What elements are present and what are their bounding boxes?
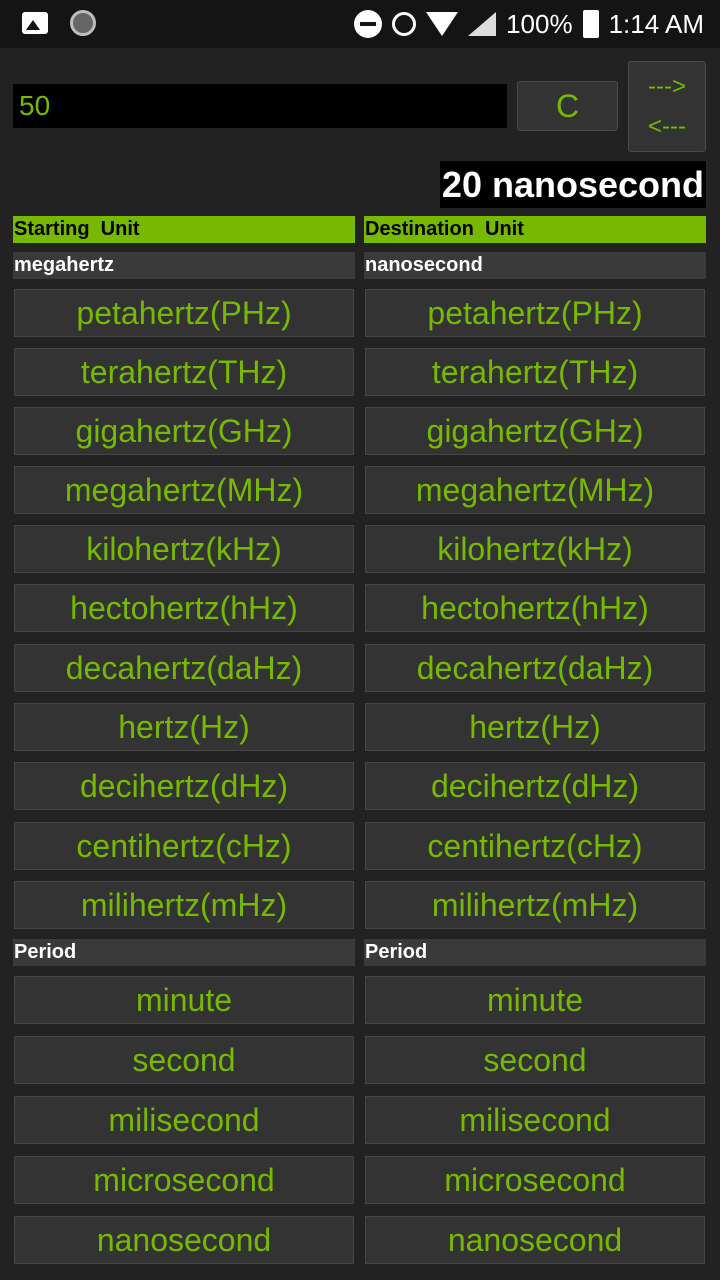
destination-unit-option[interactable]: centihertz(cHz) <box>365 822 705 870</box>
battery-charging-icon <box>582 10 599 38</box>
starting-unit-option[interactable]: milisecond <box>14 1096 354 1144</box>
destination-unit-option[interactable]: terahertz(THz) <box>365 348 705 396</box>
destination-unit-option[interactable]: hectohertz(hHz) <box>365 584 705 632</box>
starting-unit-column: Starting Unit megahertz petahertz(PHz) t… <box>13 216 355 1264</box>
starting-unit-option[interactable]: second <box>14 1036 354 1084</box>
starting-unit-option[interactable]: minute <box>14 976 354 1024</box>
destination-period-label: Period <box>364 939 706 966</box>
destination-unit-option[interactable]: petahertz(PHz) <box>365 289 705 337</box>
swap-forward-arrow: ---> <box>648 72 686 100</box>
starting-unit-option[interactable]: terahertz(THz) <box>14 348 354 396</box>
starting-unit-option[interactable]: kilohertz(kHz) <box>14 525 354 573</box>
starting-unit-option[interactable]: hectohertz(hHz) <box>14 584 354 632</box>
app-notification-icon <box>70 10 96 36</box>
clear-button[interactable]: C <box>517 81 618 131</box>
destination-unit-option[interactable]: milisecond <box>365 1096 705 1144</box>
conversion-result: 20 nanosecond <box>439 161 706 208</box>
swap-back-arrow: <--- <box>648 112 686 140</box>
swap-units-button[interactable]: ---> <--- <box>628 61 706 152</box>
starting-unit-option[interactable]: centihertz(cHz) <box>14 822 354 870</box>
destination-unit-option[interactable]: gigahertz(GHz) <box>365 407 705 455</box>
status-bar: 100% 1:14 AM <box>0 0 720 48</box>
signal-icon <box>468 12 497 36</box>
starting-unit-option[interactable]: milihertz(mHz) <box>14 881 354 929</box>
destination-unit-option[interactable]: kilohertz(kHz) <box>365 525 705 573</box>
destination-unit-option[interactable]: hertz(Hz) <box>365 703 705 751</box>
starting-unit-option[interactable]: petahertz(PHz) <box>14 289 354 337</box>
starting-unit-option[interactable]: nanosecond <box>14 1216 354 1264</box>
destination-unit-option[interactable]: minute <box>365 976 705 1024</box>
do-not-disturb-icon <box>354 10 383 38</box>
starting-unit-option[interactable]: decihertz(dHz) <box>14 762 354 810</box>
starting-unit-option[interactable]: microsecond <box>14 1156 354 1204</box>
destination-unit-option[interactable]: decihertz(dHz) <box>365 762 705 810</box>
destination-unit-option[interactable]: decahertz(daHz) <box>365 644 705 692</box>
starting-period-label: Period <box>13 939 355 966</box>
destination-unit-option[interactable]: megahertz(MHz) <box>365 466 705 514</box>
destination-unit-column: Destination Unit nanosecond petahertz(PH… <box>364 216 706 1264</box>
destination-unit-option[interactable]: nanosecond <box>365 1216 705 1264</box>
destination-unit-option[interactable]: microsecond <box>365 1156 705 1204</box>
destination-unit-option[interactable]: second <box>365 1036 705 1084</box>
starting-unit-option[interactable]: megahertz(MHz) <box>14 466 354 514</box>
clear-button-label: C <box>555 87 580 124</box>
starting-unit-selected: megahertz <box>13 252 355 279</box>
destination-unit-selected: nanosecond <box>364 252 706 279</box>
destination-unit-header: Destination Unit <box>364 216 706 243</box>
value-input[interactable] <box>13 84 507 128</box>
starting-unit-option[interactable]: gigahertz(GHz) <box>14 407 354 455</box>
starting-unit-option[interactable]: hertz(Hz) <box>14 703 354 751</box>
image-notification-icon <box>22 12 48 34</box>
starting-unit-option[interactable]: decahertz(daHz) <box>14 644 354 692</box>
destination-unit-option[interactable]: milihertz(mHz) <box>365 881 705 929</box>
alarm-icon <box>392 12 417 36</box>
wifi-icon <box>426 12 459 36</box>
starting-unit-header: Starting Unit <box>13 216 355 243</box>
battery-percent: 100% <box>506 8 573 39</box>
clock: 1:14 AM <box>608 8 704 39</box>
